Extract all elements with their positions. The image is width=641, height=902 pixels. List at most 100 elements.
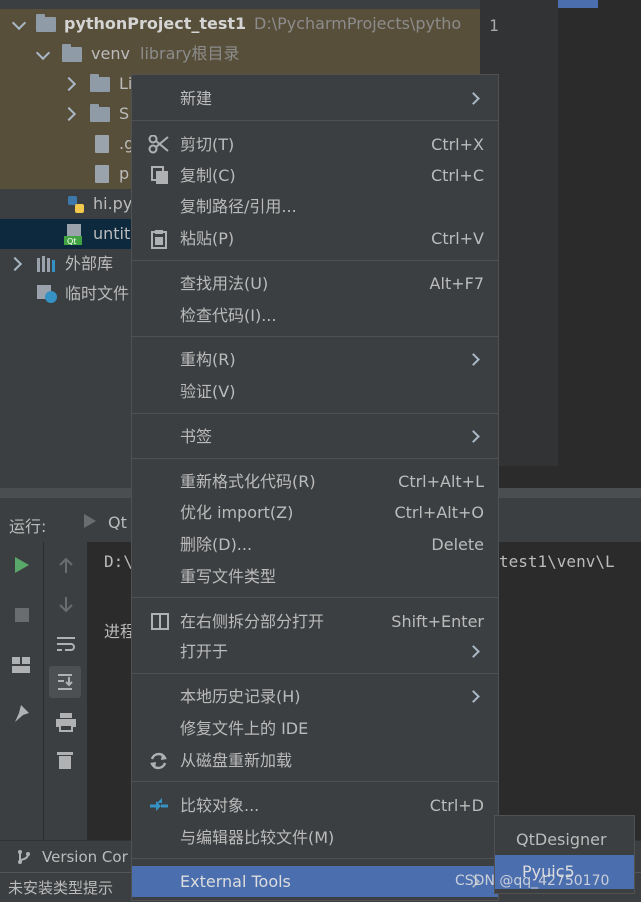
shortcut-label: Alt+F7: [429, 274, 484, 293]
menu-item-compare-with[interactable]: 比较对象... Ctrl+D: [132, 790, 498, 821]
chevron-right-icon[interactable]: [61, 76, 77, 92]
menu-item-label: 查找用法(U): [180, 274, 269, 293]
chevron-right-icon: [467, 430, 480, 443]
menu-item-copy-path[interactable]: 复制路径/引用...: [132, 191, 498, 222]
shortcut-label: Ctrl+D: [429, 796, 484, 815]
pin-icon[interactable]: [11, 704, 31, 724]
rerun-icon[interactable]: [13, 556, 31, 574]
menu-item-label: 验证(V): [180, 382, 236, 401]
menu-item-bookmarks[interactable]: 书签: [132, 421, 498, 452]
menu-item-reformat[interactable]: 重新格式化代码(R) Ctrl+Alt+L: [132, 466, 498, 497]
chevron-right-icon[interactable]: [7, 256, 23, 272]
tree-item-venv[interactable]: venv library根目录: [0, 39, 480, 69]
trash-icon[interactable]: [56, 750, 74, 770]
run-toolbar-primary: [0, 542, 43, 840]
menu-item-refactor[interactable]: 重构(R): [132, 344, 498, 375]
status-text: 未安装类型提示: [8, 879, 114, 897]
run-config-icon: [84, 514, 96, 528]
shortcut-label: Ctrl+Alt+L: [398, 472, 484, 491]
chevron-right-icon: [467, 353, 480, 366]
menu-item-label: 复制(C): [180, 166, 236, 185]
menu-separator: [132, 673, 498, 674]
external-libs-label: 外部库: [65, 254, 114, 273]
menu-item-override-file-type[interactable]: 重写文件类型: [132, 561, 498, 592]
menu-item-external-tools[interactable]: External Tools: [132, 866, 498, 897]
chevron-down-icon[interactable]: [35, 45, 51, 61]
folder-icon: [90, 74, 110, 92]
vcs-branch-icon: [18, 850, 30, 864]
watermark: CSDN @qq_42750170: [455, 873, 610, 889]
soft-wrap-icon[interactable]: [55, 634, 77, 654]
stop-icon[interactable]: [13, 606, 31, 624]
menu-item-validate[interactable]: 验证(V): [132, 376, 498, 407]
menu-item-label: 新建: [180, 89, 213, 108]
menu-item-paste[interactable]: 粘贴(P) Ctrl+V: [132, 223, 498, 254]
menu-item-reload-from-disk[interactable]: 从磁盘重新加载: [132, 745, 498, 776]
menu-item-label: 复制路径/引用...: [180, 197, 297, 216]
split-view-icon: [151, 613, 169, 630]
scissors-icon: [148, 135, 169, 154]
console-line: D:\: [104, 552, 133, 571]
menu-item-local-history[interactable]: 本地历史记录(H): [132, 681, 498, 712]
layout-icon[interactable]: [11, 656, 31, 674]
arrow-down-icon[interactable]: [57, 596, 75, 614]
print-icon[interactable]: [55, 712, 77, 732]
context-menu: 新建 剪切(T) Ctrl+X 复制(C) Ctrl+C 复制路径/引用... …: [131, 74, 499, 901]
menu-item-label: 重构(R): [180, 350, 236, 369]
menu-item-open-split[interactable]: 在右侧拆分部分打开 Shift+Enter: [132, 606, 498, 637]
copy-icon: [151, 166, 168, 184]
menu-separator: [132, 458, 498, 459]
line-number: 1: [489, 16, 499, 35]
menu-item-cut[interactable]: 剪切(T) Ctrl+X: [132, 129, 498, 160]
chevron-right-icon: [467, 645, 480, 658]
menu-separator: [132, 781, 498, 782]
version-control-tab[interactable]: Version Cor: [42, 848, 128, 866]
file-label: hi.py: [93, 194, 133, 213]
shortcut-label: Delete: [431, 535, 484, 554]
venv-hint: library根目录: [140, 44, 240, 63]
file-label: untit: [93, 224, 131, 243]
menu-separator: [132, 336, 498, 337]
scroll-to-end-icon: [58, 674, 73, 690]
menu-item-copy[interactable]: 复制(C) Ctrl+C: [132, 160, 498, 191]
menu-item-label: 剪切(T): [180, 135, 235, 154]
tree-project-root[interactable]: pythonProject_test1 D:\PycharmProjects\p…: [0, 9, 480, 39]
project-name: pythonProject_test1: [64, 14, 247, 33]
menu-item-label: 从磁盘重新加载: [180, 751, 293, 770]
menu-item-compare-with-editor[interactable]: 与编辑器比较文件(M): [132, 822, 498, 853]
menu-separator: [132, 597, 498, 598]
compare-icon: [150, 798, 168, 811]
run-toolbar-secondary: [43, 542, 88, 840]
menu-item-find-usages[interactable]: 查找用法(U) Alt+F7: [132, 268, 498, 299]
submenu-item-qtdesigner[interactable]: QtDesigner: [495, 823, 634, 857]
menu-item-open-in[interactable]: 打开于: [132, 636, 498, 667]
menu-item-optimize-imports[interactable]: 优化 import(Z) Ctrl+Alt+O: [132, 497, 498, 528]
scratches-icon: [37, 285, 57, 303]
chevron-right-icon: [467, 690, 480, 703]
shortcut-label: Ctrl+Alt+O: [394, 503, 484, 522]
run-label: 运行:: [9, 517, 47, 536]
arrow-up-icon[interactable]: [57, 556, 75, 574]
menu-item-label: 比较对象...: [180, 796, 260, 815]
menu-item-new[interactable]: 新建: [132, 83, 498, 114]
menu-item-repair-ide[interactable]: 修复文件上的 IDE: [132, 713, 498, 744]
chevron-down-icon[interactable]: [11, 15, 27, 31]
menu-item-delete[interactable]: 删除(D)... Delete: [132, 529, 498, 560]
scroll-to-end-button[interactable]: [49, 666, 81, 698]
folder-icon: [36, 14, 56, 32]
menu-item-inspect-code[interactable]: 检查代码(I)...: [132, 300, 498, 331]
folder-icon: [90, 104, 110, 122]
reload-icon: [150, 752, 167, 770]
run-tab[interactable]: Qt: [108, 513, 127, 532]
file-icon: [95, 135, 109, 153]
shortcut-label: Ctrl+V: [431, 229, 484, 248]
menu-item-label: External Tools: [180, 872, 291, 891]
shortcut-label: Ctrl+C: [430, 166, 484, 185]
shortcut-label: Shift+Enter: [391, 612, 484, 631]
project-path: D:\PycharmProjects\pytho: [254, 14, 462, 33]
console-line-tail: test1\venv\L: [499, 552, 615, 571]
chevron-right-icon[interactable]: [61, 106, 77, 122]
menu-item-label: 优化 import(Z): [180, 503, 294, 522]
file-label: p: [119, 164, 130, 183]
submenu-item-label: QtDesigner: [516, 830, 607, 849]
